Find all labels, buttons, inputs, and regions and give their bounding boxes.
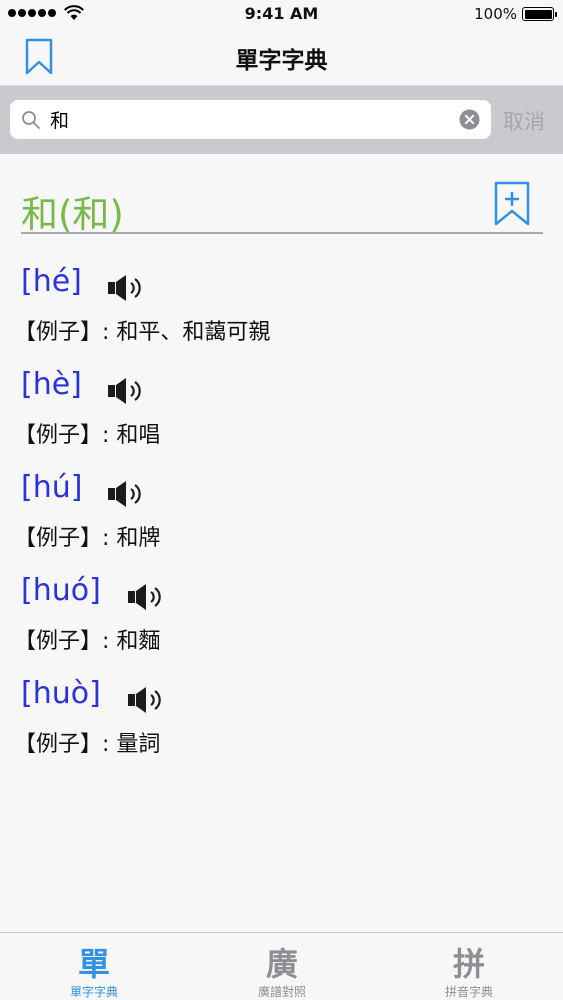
search-input[interactable] [50, 104, 450, 135]
tab-label: 單字字典 [69, 985, 118, 999]
search-bar: 取消 [0, 86, 563, 154]
search-icon [22, 111, 40, 129]
page-title: 單字字典 [235, 48, 328, 74]
status-bar: 9:41 AM 100% [0, 0, 563, 28]
pinyin: [huó] [21, 573, 101, 608]
speaker-icon[interactable] [106, 376, 144, 406]
battery-percentage: 100% [474, 5, 517, 23]
tab-icon: 拼 [452, 945, 485, 983]
pronunciation-entry: [huó] 【例子】: 和麵 [0, 573, 563, 673]
pinyin: [huò] [21, 676, 101, 711]
pronunciation-entry: [hé] 【例子】: 和平、和藹可親 [0, 264, 563, 364]
tab-single-character-dictionary[interactable]: 單 單字字典 [0, 933, 188, 1000]
tab-label: 廣譜對照 [257, 985, 306, 999]
speaker-icon[interactable] [126, 685, 164, 715]
tab-pinyin-dictionary[interactable]: 拼 拼音字典 [375, 933, 563, 1000]
battery-icon [522, 7, 557, 21]
example-text: 【例子】: 量詞 [14, 732, 161, 757]
headword: 和(和) [21, 193, 124, 236]
navigation-bar: 單字字典 [0, 28, 563, 86]
pronunciation-entry: [hú] 【例子】: 和牌 [0, 470, 563, 570]
tab-cantonese-comparison[interactable]: 廣 廣譜對照 [188, 933, 376, 1000]
tab-icon: 單 [77, 945, 110, 983]
pronunciation-entry: [hè] 【例子】: 和唱 [0, 367, 563, 467]
pinyin: [hé] [21, 264, 82, 299]
speaker-icon[interactable] [126, 582, 164, 612]
tab-icon: 廣 [265, 945, 298, 983]
clear-icon[interactable] [459, 109, 480, 130]
add-bookmark-icon[interactable] [493, 181, 531, 227]
example-text: 【例子】: 和唱 [14, 423, 161, 448]
cancel-button[interactable]: 取消 [503, 106, 545, 136]
example-text: 【例子】: 和平、和藹可親 [14, 320, 271, 345]
divider [21, 232, 543, 234]
speaker-icon[interactable] [106, 479, 144, 509]
tab-bar: 單 單字字典 廣 廣譜對照 拼 拼音字典 [0, 932, 563, 1000]
dictionary-content: 和(和) [hé] 【例子】: 和平、和藹可親 [hè] 【例子】: 和唱 [h… [0, 154, 563, 932]
tab-label: 拼音字典 [444, 985, 493, 999]
speaker-icon[interactable] [106, 273, 144, 303]
example-text: 【例子】: 和牌 [14, 526, 161, 551]
example-text: 【例子】: 和麵 [14, 629, 161, 654]
search-field[interactable] [10, 100, 491, 139]
pronunciation-entry: [huò] 【例子】: 量詞 [0, 676, 563, 776]
pinyin: [hú] [21, 470, 83, 505]
pinyin: [hè] [21, 367, 82, 402]
